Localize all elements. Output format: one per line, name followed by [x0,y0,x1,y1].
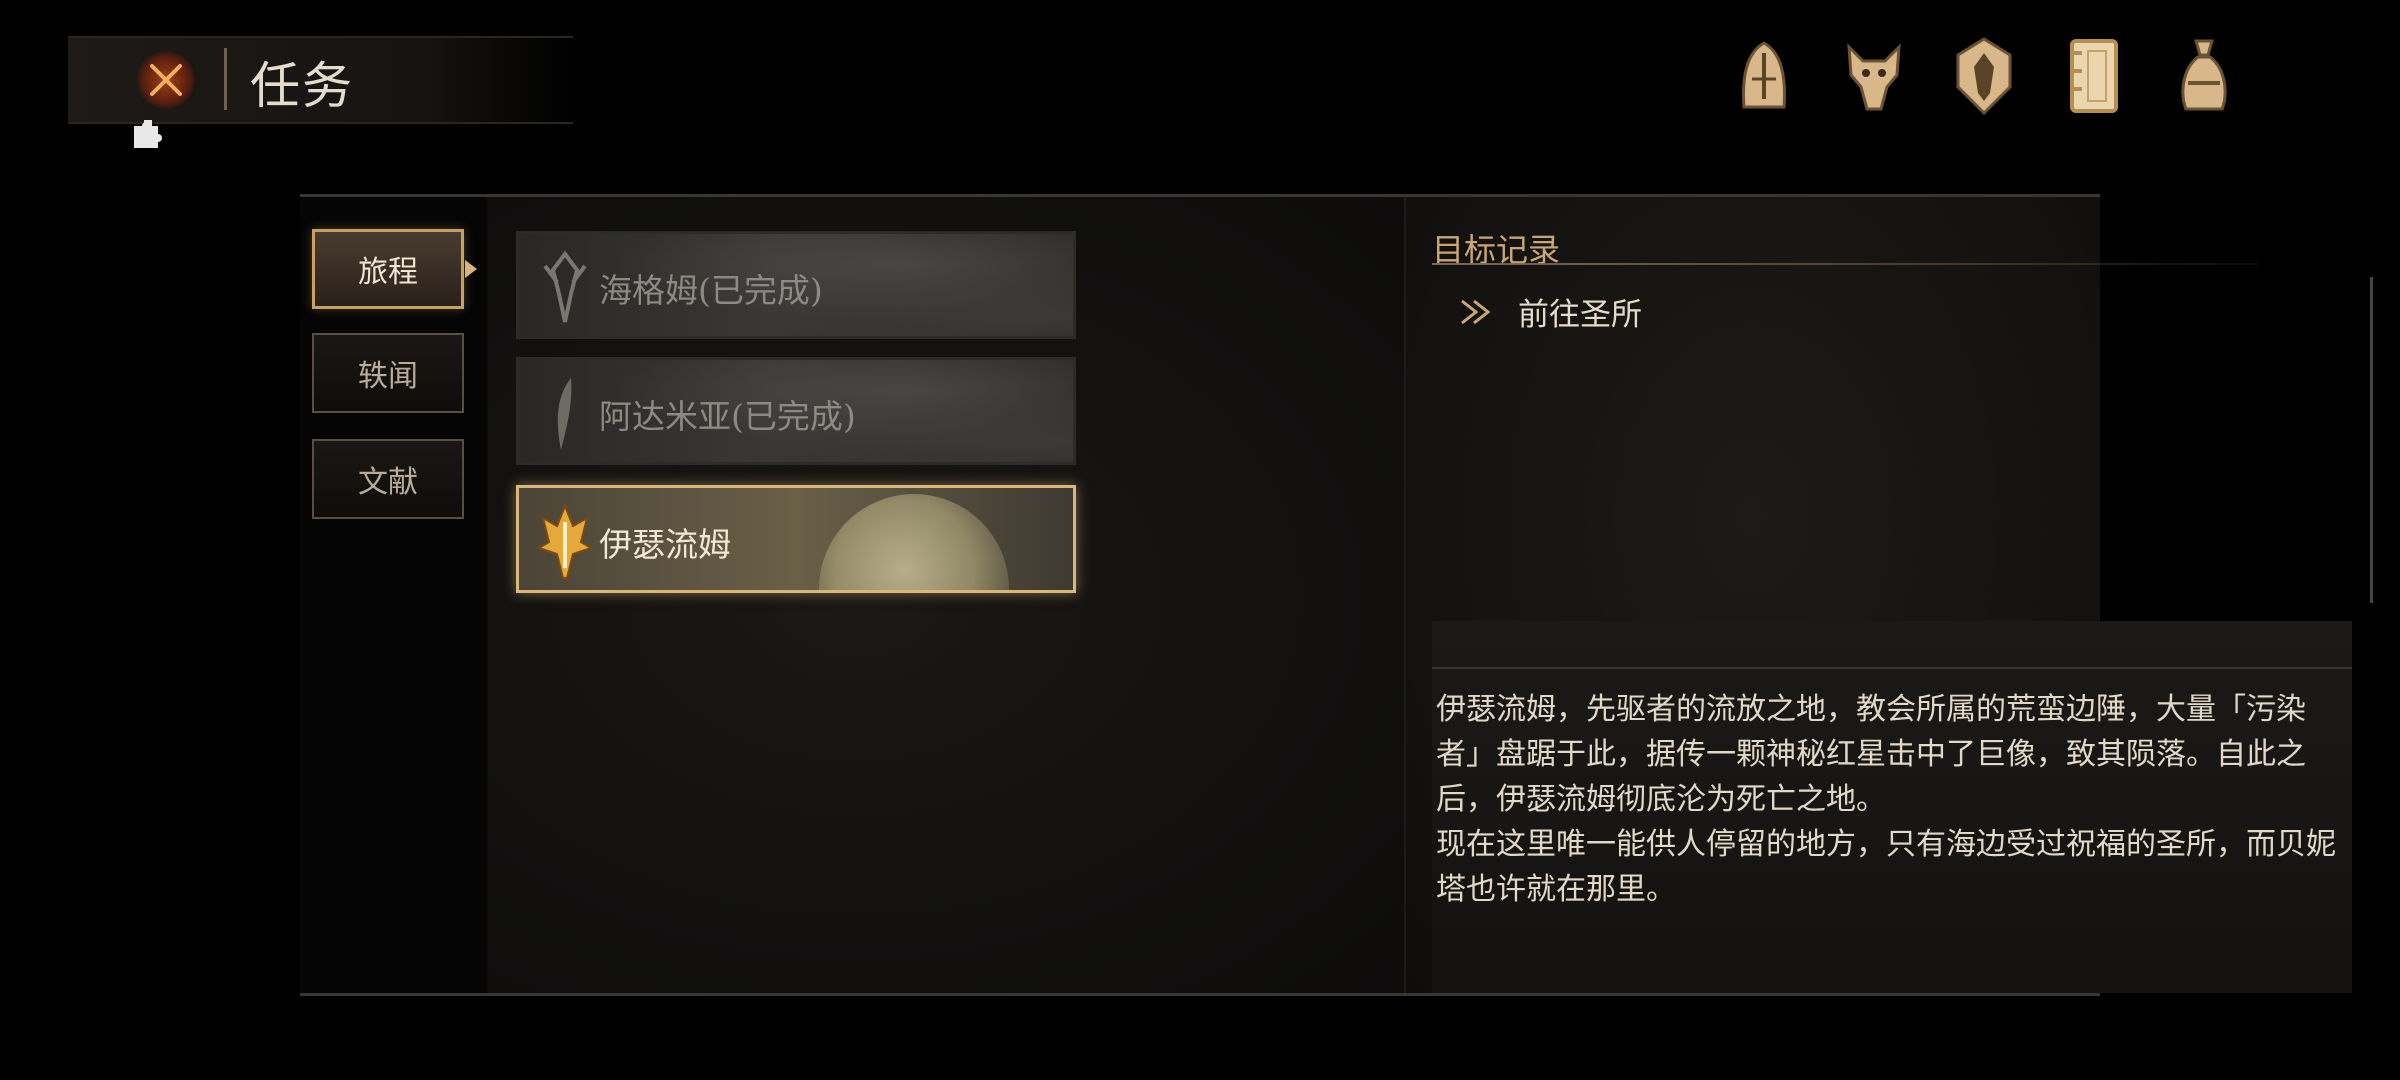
side-tab-column: 旅程 轶闻 文献 [300,197,486,993]
helmet-icon [1742,41,1786,109]
puzzle-icon[interactable] [130,116,166,152]
tab-anecdotes[interactable]: 轶闻 [312,333,464,413]
quest-item-yiselium[interactable]: 伊瑟流姆 [516,485,1076,593]
moon-art [819,494,1009,590]
quest-label: 海格姆(已完成) [599,271,823,310]
close-x-icon [150,64,182,96]
top-icon-bar [1728,36,2240,116]
close-button[interactable] [130,48,202,112]
tab-documents[interactable]: 文献 [312,439,464,519]
horned-crest-icon [543,250,587,323]
title-divider [224,48,227,110]
journal-icon-button[interactable] [2058,36,2130,116]
beast-skull-icon-button[interactable] [1838,36,1910,116]
objective-underline [1432,263,2258,265]
pouch-icon-button[interactable] [2168,36,2240,116]
double-chevron-icon [1461,299,1491,324]
tab-label: 旅程 [358,255,418,290]
objective-text: 前往圣所 [1518,297,1642,333]
description-paragraph: 伊瑟流姆，先驱者的流放之地，教会所属的荒蛮边陲，大量「污染者」盘踞于此，据传一颗… [1436,692,2306,817]
beast-skull-icon [1847,43,1901,111]
helmet-icon-button[interactable] [1728,36,1800,116]
shield-crest-icon [1956,37,2012,115]
shield-crest-icon-button[interactable] [1948,36,2020,116]
tab-label: 轶闻 [358,359,418,394]
quest-item-hegemu[interactable]: 海格姆(已完成) [516,231,1076,339]
description-paragraph: 现在这里唯一能供人停留的地方，只有海边受过祝福的圣所，而贝妮塔也许就在那里。 [1436,827,2336,907]
quest-label: 阿达米亚(已完成) [599,397,856,436]
objective-item: 前往圣所 [1458,289,1642,334]
journal-icon [2070,39,2118,113]
selected-arrow-icon [465,260,477,278]
tab-label: 文献 [358,465,418,500]
description-box: 伊瑟流姆，先驱者的流放之地，教会所属的荒蛮边陲，大量「污染者」盘踞于此，据传一颗… [1432,621,2352,993]
page-title: 任务 [250,57,354,115]
tab-journey[interactable]: 旅程 [312,229,477,309]
quest-label: 伊瑟流姆 [599,525,731,564]
blade-icon [557,378,572,450]
quest-panel: 旅程 轶闻 文献 海格姆(已完成) 阿达米亚(已完成) 伊瑟流姆 目标记录 前往… [300,194,2373,996]
flame-emblem-icon [537,503,593,579]
description-divider [1432,667,2352,669]
quest-detail: 目标记录 前往圣所 伊瑟流姆，先驱者的流放之地，教会所属的荒蛮边陲，大量「污染者… [1406,197,2373,993]
objective-scrollbar[interactable] [2370,277,2373,603]
pouch-icon [2181,39,2227,111]
description-text: 伊瑟流姆，先驱者的流放之地，教会所属的荒蛮边陲，大量「污染者」盘踞于此，据传一颗… [1436,687,2346,912]
quest-item-adamiya[interactable]: 阿达米亚(已完成) [516,357,1076,465]
